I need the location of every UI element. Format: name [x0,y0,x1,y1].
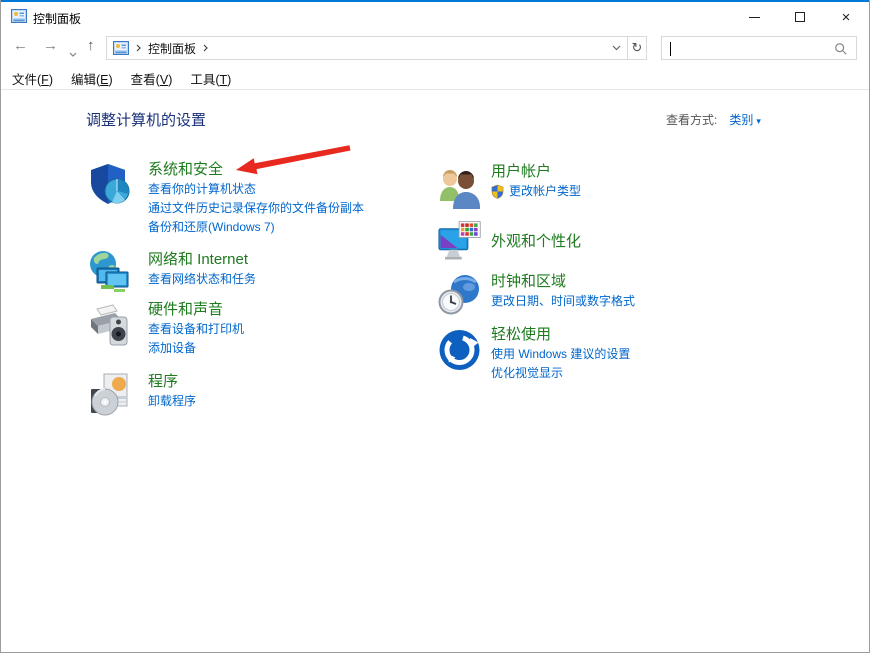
task-link-system-security-2[interactable]: 备份和还原(Windows 7) [148,218,364,237]
security-shield-icon[interactable] [89,162,133,210]
search-box[interactable] [661,36,857,60]
category-title-ease-of-access[interactable]: 轻松使用 [491,325,630,345]
category-text-system-security: 系统和安全查看你的计算机状态通过文件历史记录保存你的文件备份副本备份和还原(Wi… [148,160,364,237]
task-link-system-security-1[interactable]: 通过文件历史记录保存你的文件备份副本 [148,199,364,218]
two-users-icon[interactable] [438,168,482,216]
maximize-button[interactable] [777,2,823,32]
up-button[interactable]: ↑ [87,37,95,54]
category-row-programs: 程序卸载程序 [89,372,196,420]
menu-item-tools[interactable]: 工具(T) [181,66,240,88]
menu-item-edit[interactable]: 编辑(E) [62,66,122,88]
category-text-clock-region: 时钟和区域更改日期、时间或数字格式 [491,272,635,320]
address-bar[interactable]: 控制面板 [106,36,628,60]
control-panel-window: 控制面板 × ← → ↑ 控制面板 ↻ 文件(F)编辑(E)查看(V)工具(T) [0,0,870,653]
refresh-button[interactable]: ↻ [628,36,647,60]
ease-of-access-icon[interactable] [438,327,482,375]
category-title-system-security[interactable]: 系统和安全 [148,160,364,180]
task-link-ease-of-access-0[interactable]: 使用 Windows 建议的设置 [491,345,630,364]
breadcrumb-chevron-icon[interactable] [203,44,208,52]
clock-globe-icon[interactable] [438,272,482,320]
breadcrumb-root[interactable]: 控制面板 [148,40,196,57]
view-by-control: 查看方式: 类别▾ [666,111,761,128]
titlebar[interactable]: 控制面板 × [1,2,869,32]
search-icon [834,42,848,59]
minimize-icon [749,17,760,18]
category-title-hardware-sound[interactable]: 硬件和声音 [148,300,244,320]
category-text-appearance-personalization: 外观和个性化 [491,218,581,266]
search-input[interactable] [670,39,830,57]
category-title-user-accounts[interactable]: 用户帐户 [491,162,581,182]
category-title-programs[interactable]: 程序 [148,372,196,392]
category-text-hardware-sound: 硬件和声音查看设备和打印机添加设备 [148,300,244,358]
category-text-ease-of-access: 轻松使用使用 Windows 建议的设置优化视觉显示 [491,325,630,383]
category-text-network-internet: 网络和 Internet查看网络状态和任务 [148,250,256,298]
category-row-hardware-sound: 硬件和声音查看设备和打印机添加设备 [89,300,244,358]
category-text-programs: 程序卸载程序 [148,372,196,420]
category-row-system-security: 系统和安全查看你的计算机状态通过文件历史记录保存你的文件备份副本备份和还原(Wi… [89,160,364,237]
task-link-clock-region-0[interactable]: 更改日期、时间或数字格式 [491,292,635,311]
close-icon: × [842,10,851,25]
software-box-cd-icon[interactable] [89,372,133,420]
task-link-network-internet-0[interactable]: 查看网络状态和任务 [148,270,256,289]
maximize-icon [795,12,805,22]
window-title: 控制面板 [33,10,81,27]
view-by-dropdown-icon[interactable]: ▾ [756,116,761,126]
close-button[interactable]: × [823,2,869,32]
category-row-clock-region: 时钟和区域更改日期、时间或数字格式 [438,272,635,320]
uac-shield-icon [491,184,504,199]
category-text-user-accounts: 用户帐户更改帐户类型 [491,162,581,216]
forward-button[interactable]: → [43,37,58,54]
task-link-programs-0[interactable]: 卸载程序 [148,392,196,411]
window-controls: × [731,2,869,32]
control-panel-icon [11,9,27,23]
minimize-button[interactable] [731,2,777,32]
breadcrumb-control-panel-icon [113,41,129,55]
category-row-ease-of-access: 轻松使用使用 Windows 建议的设置优化视觉显示 [438,325,630,383]
task-link-hardware-sound-1[interactable]: 添加设备 [148,339,244,358]
category-row-network-internet: 网络和 Internet查看网络状态和任务 [89,250,256,298]
menu-item-view[interactable]: 查看(V) [122,66,182,88]
menubar: 文件(F)编辑(E)查看(V)工具(T) [3,66,240,88]
menubar-separator [1,89,870,90]
navigation-bar: ← → ↑ 控制面板 ↻ [1,34,869,62]
category-title-clock-region[interactable]: 时钟和区域 [491,272,635,292]
category-title-appearance-personalization[interactable]: 外观和个性化 [491,232,581,252]
breadcrumb-chevron-icon[interactable] [136,44,141,52]
menu-item-file[interactable]: 文件(F) [3,66,62,88]
task-link-hardware-sound-0[interactable]: 查看设备和打印机 [148,320,244,339]
category-row-appearance-personalization: 外观和个性化 [438,218,581,266]
view-by-value[interactable]: 类别 [729,113,753,127]
category-title-network-internet[interactable]: 网络和 Internet [148,250,256,270]
monitor-palette-icon[interactable] [438,218,482,266]
category-row-user-accounts: 用户帐户更改帐户类型 [438,162,581,216]
task-link-system-security-0[interactable]: 查看你的计算机状态 [148,180,364,199]
text-caret [670,42,671,56]
printer-speaker-icon[interactable] [89,302,133,350]
recent-pages-chevron-icon[interactable] [69,44,77,61]
network-globe-monitors-icon[interactable] [89,250,133,298]
back-button[interactable]: ← [13,37,28,54]
page-title: 调整计算机的设置 [86,109,206,130]
view-by-label: 查看方式: [666,113,717,127]
task-link-user-accounts-0[interactable]: 更改帐户类型 [491,182,581,201]
address-dropdown-chevron-icon[interactable] [605,37,627,59]
task-link-ease-of-access-1[interactable]: 优化视觉显示 [491,364,630,383]
